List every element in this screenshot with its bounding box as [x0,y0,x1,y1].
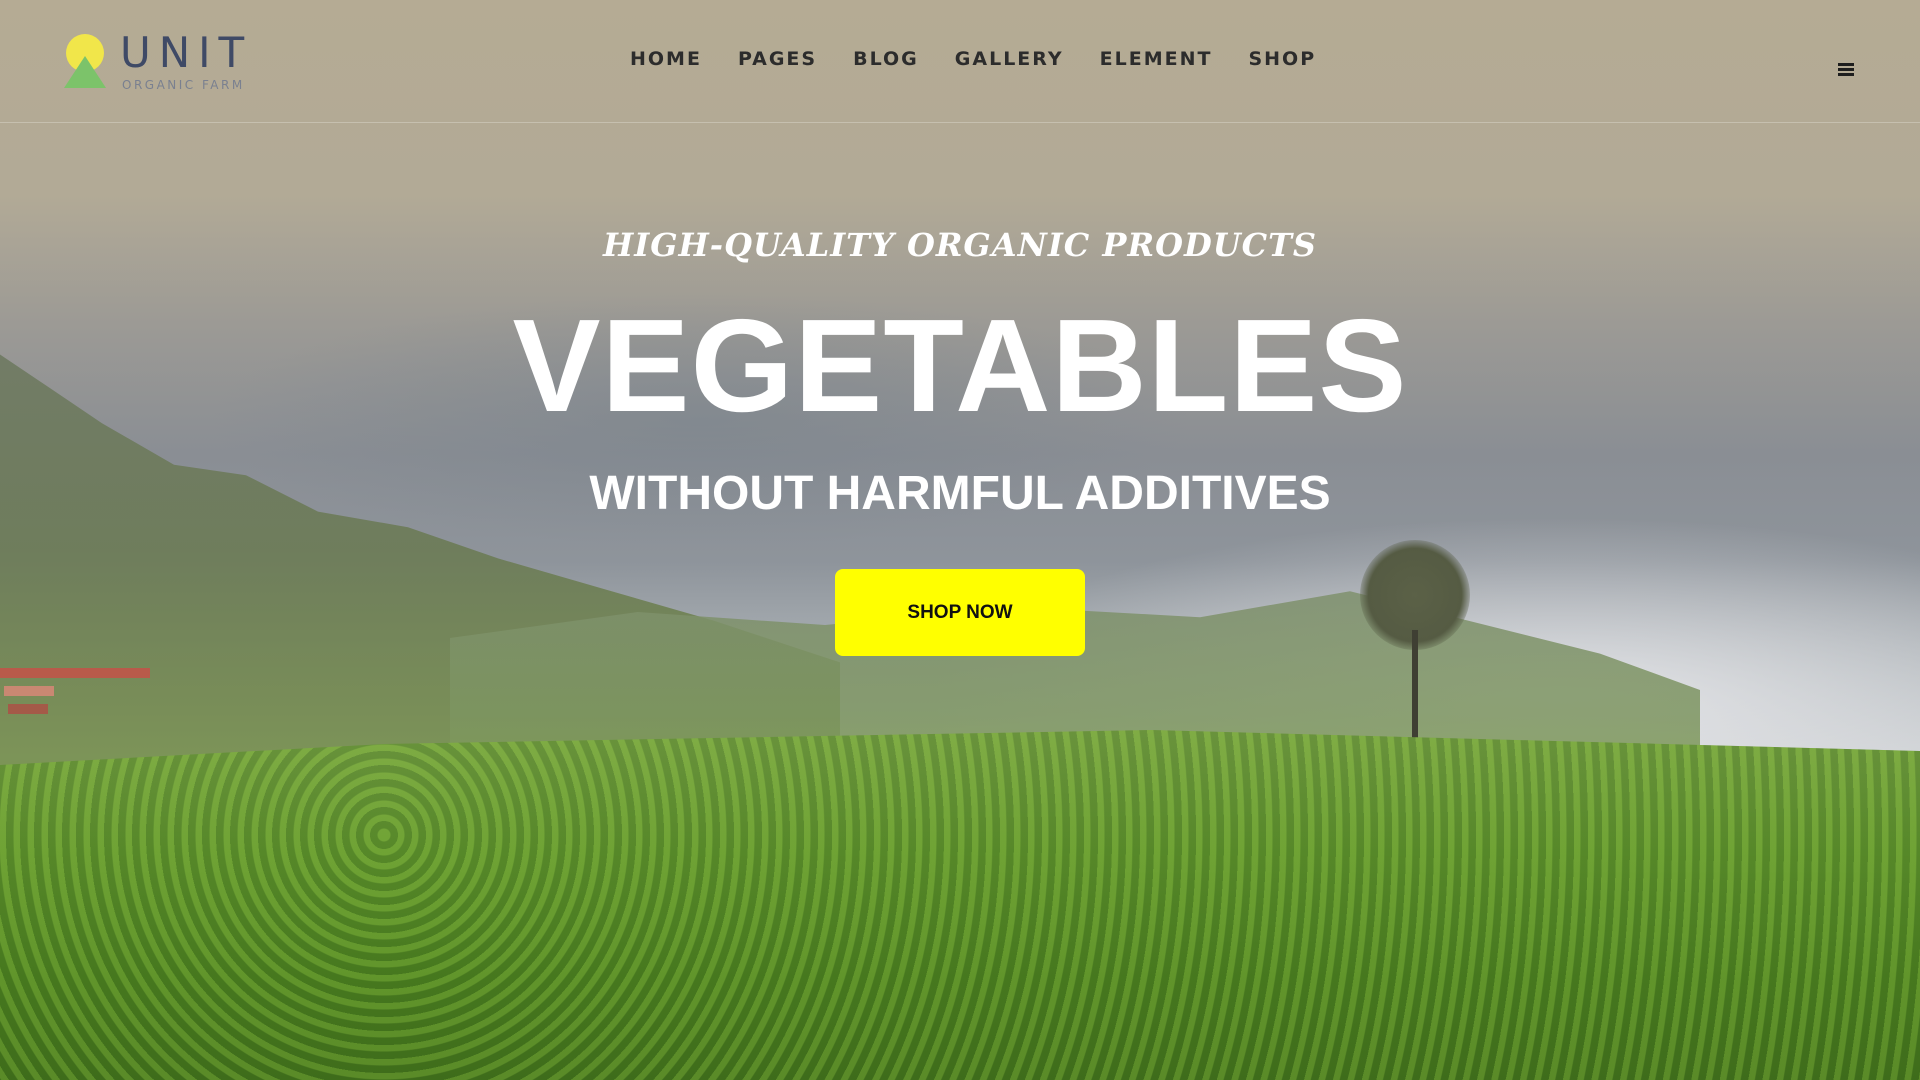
nav-item-blog[interactable]: BLOG [853,48,919,70]
hero-subtitle: WITHOUT HARMFUL ADDITIVES [589,467,1331,520]
main-nav: HOME PAGES BLOG GALLERY ELEMENT SHOP [630,48,1352,70]
nav-item-element[interactable]: ELEMENT [1100,48,1213,70]
hero-background-image [0,0,1920,1080]
page: UNIT ORGANIC FARM HOME PAGES BLOG GALLER… [0,0,1920,1080]
shop-now-button[interactable]: SHOP NOW [835,569,1085,656]
nav-item-gallery[interactable]: GALLERY [955,48,1064,70]
logo[interactable]: UNIT ORGANIC FARM [64,28,264,94]
logo-name: UNIT [120,28,253,77]
tree [1360,540,1470,740]
nav-item-pages[interactable]: PAGES [738,48,817,70]
hero-kicker: HIGH-QUALITY ORGANIC PRODUCTS [603,226,1317,264]
nav-item-home[interactable]: HOME [630,48,702,70]
logo-mountain-shape [64,56,106,88]
nav-item-shop[interactable]: SHOP [1248,48,1316,70]
site-header: UNIT ORGANIC FARM HOME PAGES BLOG GALLER… [0,0,1920,123]
hamburger-menu-icon[interactable] [1838,63,1854,77]
hero-title: VEGETABLES [512,292,1408,439]
logo-icon [64,34,106,90]
vegetable-field [0,730,1920,1080]
village-rooftops [0,668,160,738]
logo-tagline: ORGANIC FARM [122,78,245,92]
